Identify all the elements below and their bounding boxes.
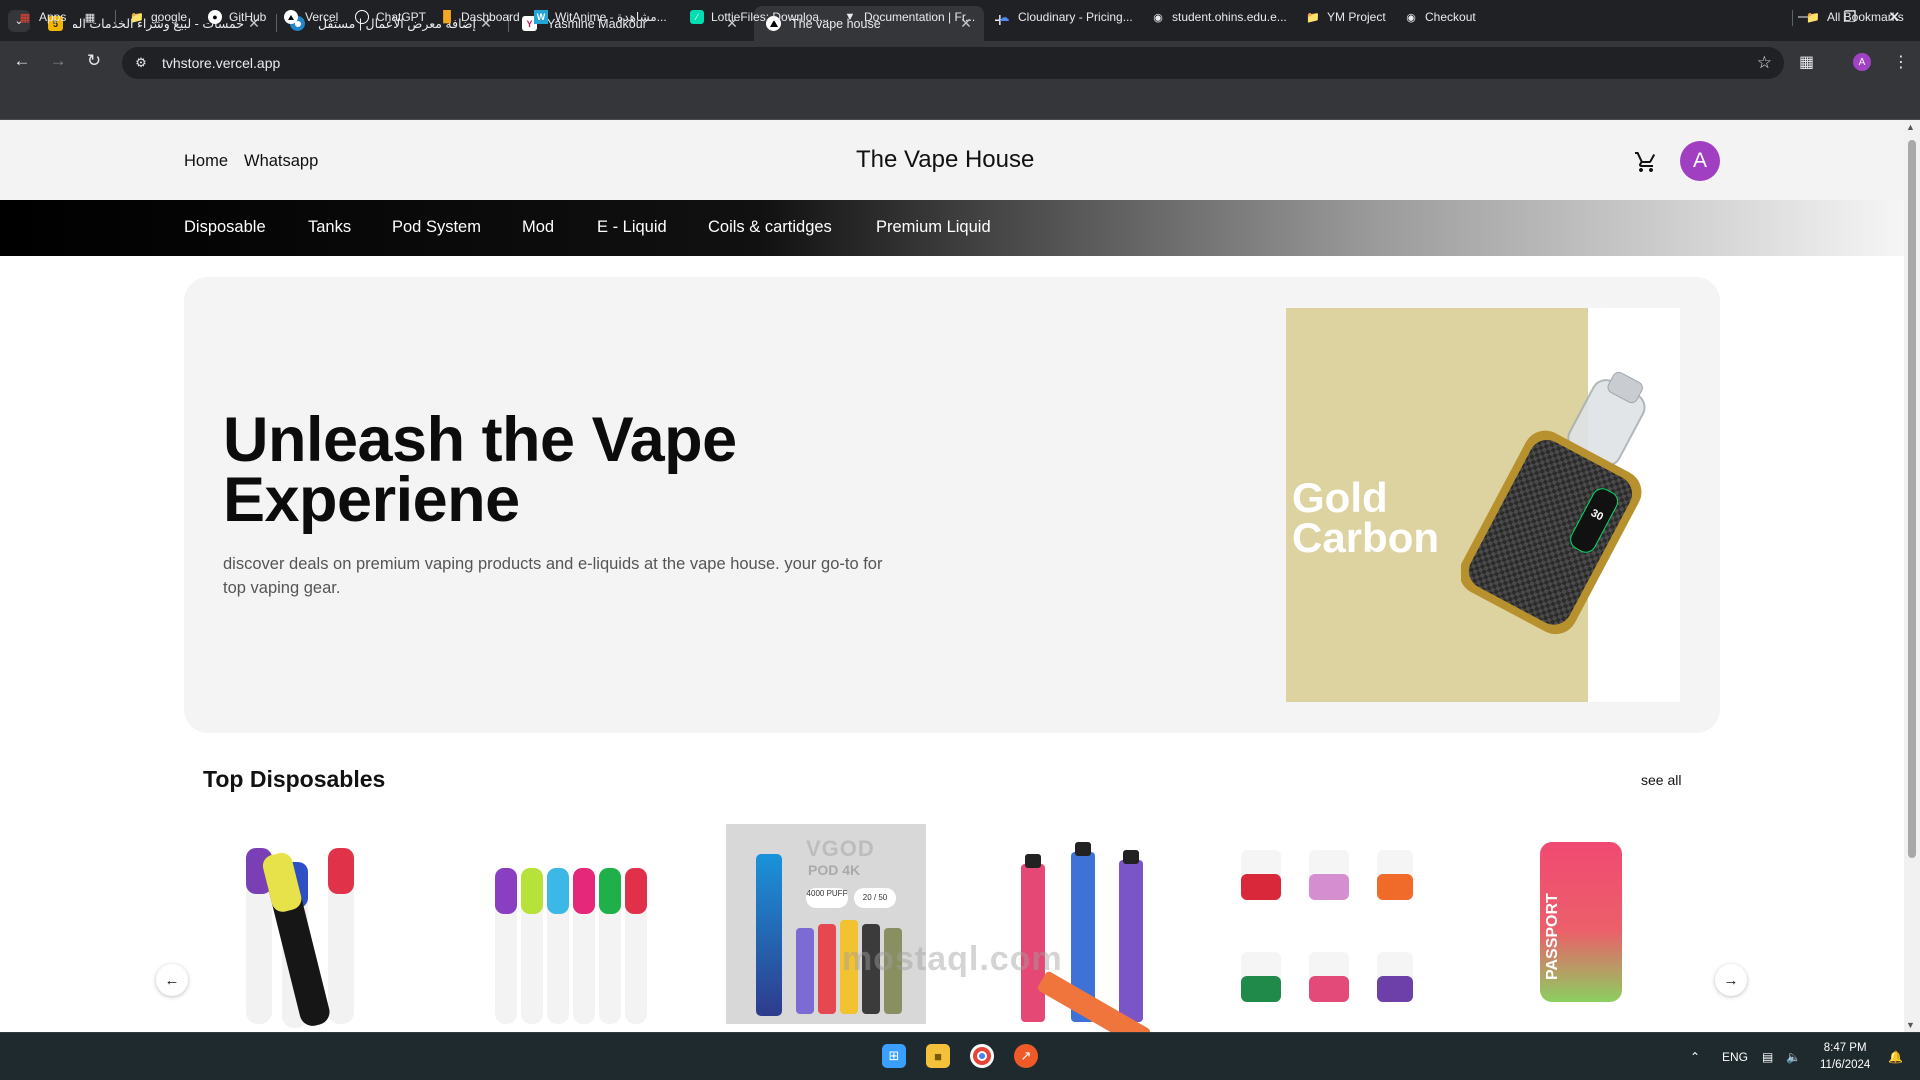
witanime-icon: W	[534, 10, 548, 24]
product-image	[1241, 850, 1413, 1002]
all-bookmarks[interactable]: 📁 All Bookmarks	[1806, 10, 1904, 24]
globe-icon: ◉	[1153, 11, 1163, 24]
site-info-icon[interactable]: ⚙	[132, 55, 150, 71]
category-nav: Disposable Tanks Pod System Mod E - Liqu…	[0, 200, 1904, 256]
network-icon[interactable]: ▤	[1762, 1050, 1773, 1064]
lottie-icon: ∕	[690, 10, 704, 24]
bookmark-chatgpt[interactable]: ChatGPT	[355, 10, 426, 24]
screen: ⌄ 5 خمسات - لبيع وشراء الخدمات المصغرة ✕…	[0, 0, 1920, 1080]
category-coils-cartidges[interactable]: Coils & cartidges	[708, 218, 832, 237]
product-card-puffco[interactable]	[224, 824, 424, 1032]
bookmark-witanime[interactable]: W WitAnime - مشاهدة...	[534, 10, 667, 24]
product-image: VGOD POD 4K 4000 PUFF 20 / 50	[726, 824, 926, 1024]
product-card-vgod-pod[interactable]: VGOD POD 4K 4000 PUFF 20 / 50	[726, 824, 926, 1032]
folder-icon: 📁	[1806, 11, 1820, 24]
bookmark-ym-project[interactable]: 📁 YM Project	[1306, 10, 1386, 24]
hero-product-image: Gold Carbon 30	[1286, 308, 1680, 702]
bookmark-cloudinary[interactable]: ☁ Cloudinary - Pricing...	[997, 10, 1133, 24]
bookmark-star-icon[interactable]: ☆	[1757, 53, 1772, 73]
watermark: mostaql.com	[842, 940, 1063, 978]
hero-image-caption: Gold Carbon	[1292, 474, 1439, 561]
category-tanks[interactable]: Tanks	[308, 218, 351, 237]
postman-icon[interactable]: ↗	[1014, 1044, 1038, 1068]
see-all-link[interactable]: see all	[1641, 772, 1681, 788]
clock-time: 8:47 PM	[1823, 1042, 1867, 1054]
bookmark-apps[interactable]: ▦ Apps	[18, 10, 67, 24]
chatgpt-icon	[355, 10, 369, 24]
bookmark-github[interactable]: ● GitHub	[208, 10, 266, 24]
windows-start-icon[interactable]: ⊞	[882, 1044, 906, 1068]
cart-icon[interactable]	[1634, 150, 1658, 174]
github-icon: ●	[208, 10, 222, 24]
taskbar	[0, 1032, 1920, 1080]
bookmark-student-ohins[interactable]: ◉ student.ohins.edu.e...	[1151, 10, 1287, 24]
product-image	[246, 848, 354, 1028]
category-mod[interactable]: Mod	[522, 218, 554, 237]
bookmark-dashboard[interactable]: █ Dashboard	[440, 10, 520, 24]
product-image: PASSPORT	[1540, 842, 1622, 1002]
clock-date: 11/6/2024	[1820, 1059, 1871, 1071]
tray-chevron-icon[interactable]: ⌃	[1690, 1050, 1700, 1064]
carousel-prev-button[interactable]: ←	[156, 964, 188, 996]
scrollbar-thumb[interactable]	[1908, 140, 1916, 858]
hero-title: Unleash the Vape Experiene	[223, 405, 737, 535]
product-card-box-disposable[interactable]	[1213, 824, 1413, 1032]
apps-grid-icon: ▦	[19, 11, 31, 24]
category-disposable[interactable]: Disposable	[184, 218, 266, 237]
nav-home-link[interactable]: Home	[184, 152, 228, 171]
dashboard-icon: █	[443, 11, 451, 23]
hero-banner: Unleash the Vape Experiene discover deal…	[184, 277, 1720, 733]
pod-device-illustration: 30	[1461, 371, 1646, 635]
product-card-cloud-nurdz[interactable]	[473, 824, 673, 1032]
web-page: Home Whatsapp The Vape House A Disposabl…	[0, 120, 1904, 1032]
bookmarks-bar	[0, 85, 1920, 120]
volume-icon[interactable]: 🔈	[1786, 1050, 1801, 1064]
carousel-next-button[interactable]: →	[1715, 964, 1747, 996]
bookmark-vercel[interactable]: Vercel	[284, 10, 338, 24]
category-pod-system[interactable]: Pod System	[392, 218, 481, 237]
product-image	[495, 868, 647, 1024]
notifications-bell-icon[interactable]: 🔔	[1888, 1050, 1903, 1064]
section-title: Top Disposables	[203, 766, 386, 792]
scroll-up-arrow-icon[interactable]: ▲	[1906, 122, 1915, 132]
back-icon[interactable]: ←	[11, 51, 33, 71]
product-card-passport[interactable]: PASSPORT	[1486, 824, 1686, 1032]
category-premium-liquid[interactable]: Premium Liquid	[876, 218, 991, 237]
site-brand[interactable]: The Vape House	[856, 146, 1034, 174]
scroll-down-arrow-icon[interactable]: ▼	[1906, 1020, 1915, 1030]
bookmark-google[interactable]: 📁 google	[130, 10, 187, 24]
product-image	[1021, 842, 1150, 1032]
bookmark-documentation[interactable]: ▼ Documentation | Fr...	[843, 10, 976, 24]
product-card-pen-disposable[interactable]	[985, 824, 1185, 1032]
bookmark-lottiefiles[interactable]: ∕ LottieFiles: Downloa...	[690, 10, 829, 24]
folder-icon: 📁	[130, 11, 144, 24]
nav-whatsapp-link[interactable]: Whatsapp	[244, 152, 318, 171]
url-text: tvhstore.vercel.app	[162, 55, 281, 71]
globe-icon: ◉	[1406, 11, 1416, 24]
user-avatar[interactable]: A	[1680, 141, 1720, 181]
category-e-liquid[interactable]: E - Liquid	[597, 218, 667, 237]
file-explorer-icon[interactable]: ■	[926, 1044, 950, 1068]
reload-icon[interactable]: ↻	[83, 51, 105, 71]
clock[interactable]: 8:47 PM 11/6/2024	[1820, 1040, 1870, 1074]
framer-icon: ▼	[844, 11, 856, 23]
forward-icon[interactable]: →	[47, 51, 69, 71]
tab-groups-icon[interactable]: ▦	[83, 10, 104, 24]
profile-avatar[interactable]: A	[1853, 53, 1871, 71]
hero-subtitle: discover deals on premium vaping product…	[223, 555, 883, 597]
language-indicator[interactable]: ENG	[1722, 1050, 1748, 1064]
bookmark-checkout[interactable]: ◉ Checkout	[1404, 10, 1476, 24]
address-bar[interactable]: ⚙ tvhstore.vercel.app ☆	[122, 47, 1784, 79]
vercel-icon	[284, 10, 298, 24]
extensions-icon[interactable]: ▦	[1799, 52, 1814, 72]
chrome-icon[interactable]	[970, 1044, 994, 1068]
site-header: Home Whatsapp The Vape House A	[0, 120, 1904, 200]
menu-kebab-icon[interactable]: ⋮	[1893, 52, 1909, 72]
folder-icon: 📁	[1306, 11, 1320, 24]
cloudinary-icon: ☁	[998, 11, 1010, 24]
